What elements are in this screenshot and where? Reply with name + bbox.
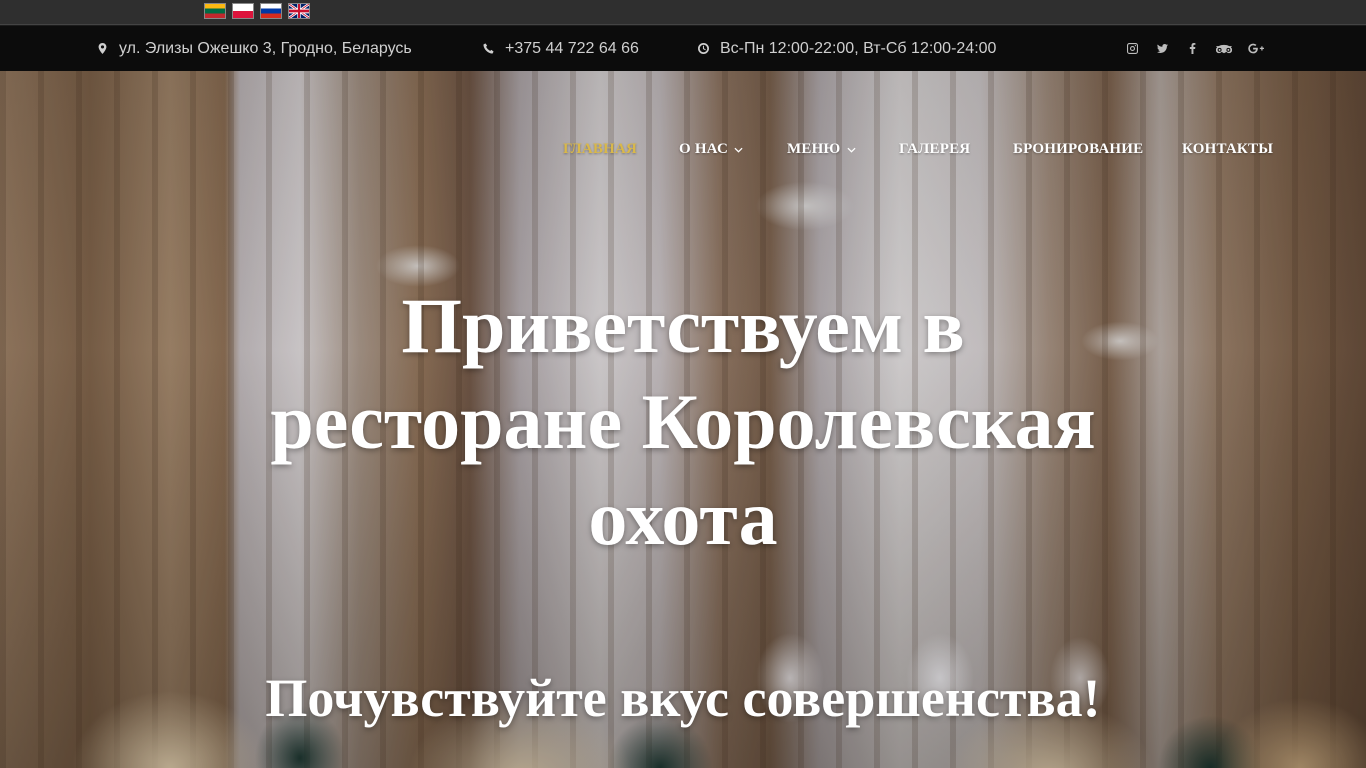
facebook-icon[interactable]: [1182, 26, 1202, 71]
opening-hours: Вс-Пн 12:00-22:00, Вт-Сб 12:00-24:00: [698, 26, 996, 71]
language-bar: [0, 0, 1366, 25]
main-navigation: ГЛАВНАЯ О НАС МЕНЮ ГАЛЕРЕЯ БРОНИРОВАНИЕ …: [0, 131, 1366, 167]
google-plus-icon[interactable]: [1246, 26, 1266, 71]
uk-flag-icon[interactable]: [288, 3, 310, 19]
phone[interactable]: +375 44 722 64 66: [483, 26, 639, 71]
hours-text: Вс-Пн 12:00-22:00, Вт-Сб 12:00-24:00: [720, 39, 997, 57]
nav-item-contacts[interactable]: КОНТАКТЫ: [1182, 131, 1273, 167]
nav-item-home[interactable]: ГЛАВНАЯ: [563, 131, 637, 167]
lithuania-flag-icon[interactable]: [204, 3, 226, 19]
nav-item-gallery[interactable]: ГАЛЕРЕЯ: [899, 131, 970, 167]
address-text: ул. Элизы Ожешко 3, Гродно, Беларусь: [119, 39, 412, 57]
twitter-icon[interactable]: [1152, 26, 1172, 71]
nav-item-about[interactable]: О НАС: [679, 131, 743, 167]
phone-icon: [483, 43, 494, 54]
clock-icon: [698, 43, 709, 54]
hero-subtitle: Почувствуйте вкус совершенства!: [265, 668, 1101, 728]
phone-text[interactable]: +375 44 722 64 66: [505, 40, 639, 58]
address: ул. Элизы Ожешко 3, Гродно, Беларусь: [97, 26, 412, 71]
map-marker-icon: [98, 43, 107, 54]
contact-bar: ул. Элизы Ожешко 3, Гродно, Беларусь +37…: [0, 26, 1366, 71]
hero-section: ГЛАВНАЯ О НАС МЕНЮ ГАЛЕРЕЯ БРОНИРОВАНИЕ …: [0, 71, 1366, 768]
tripadvisor-icon[interactable]: [1214, 26, 1234, 71]
chevron-down-icon: [846, 145, 856, 154]
nav-item-booking[interactable]: БРОНИРОВАНИЕ: [1013, 131, 1143, 167]
hero-title: Приветствуем в ресторане Королевская охо…: [270, 282, 1096, 561]
instagram-icon[interactable]: [1122, 26, 1142, 71]
russia-flag-icon[interactable]: [260, 3, 282, 19]
nav-item-menu[interactable]: МЕНЮ: [787, 131, 856, 167]
poland-flag-icon[interactable]: [232, 3, 254, 19]
chevron-down-icon: [734, 145, 743, 154]
